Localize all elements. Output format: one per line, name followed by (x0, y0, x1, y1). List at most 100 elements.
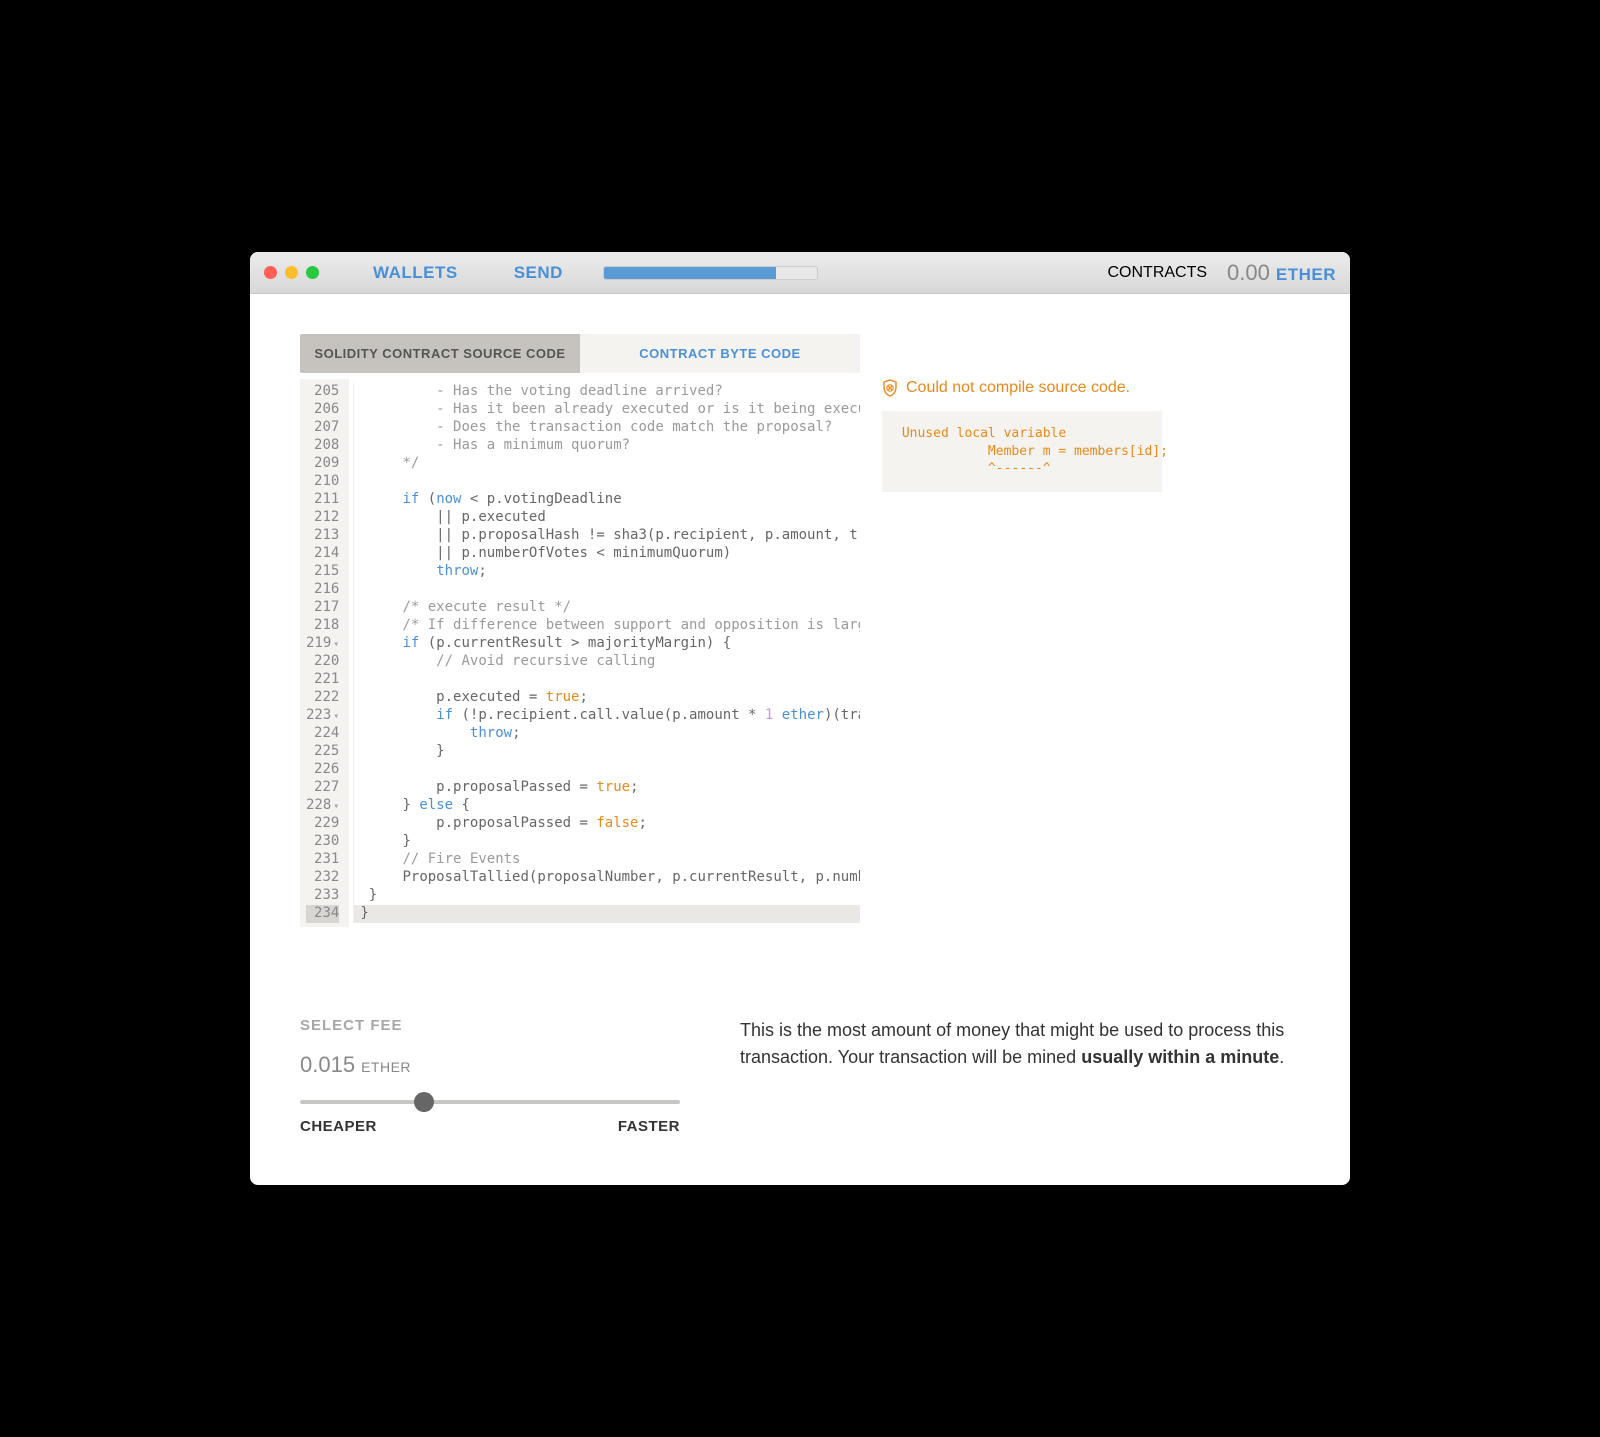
line-number: 208 (306, 437, 339, 455)
line-number: 221 (306, 671, 339, 689)
nav-send[interactable]: SEND (514, 263, 563, 283)
line-number: 210 (306, 473, 339, 491)
balance: 0.00 ETHER (1227, 260, 1336, 286)
fold-icon[interactable]: ▾ (333, 711, 339, 722)
fee-slider[interactable] (300, 1100, 680, 1104)
fee-value: 0.015 (300, 1052, 355, 1078)
code-line[interactable]: /* If difference between support and opp… (353, 617, 860, 635)
app-window: WALLETS SEND CONTRACTS 0.00 ETHER SOLIDI… (250, 252, 1350, 1185)
code-line[interactable]: // Avoid recursive calling (353, 653, 860, 671)
line-number: 228▾ (306, 797, 339, 815)
code-line[interactable]: - Has it been already executed or is it … (353, 401, 860, 419)
shield-error-icon (882, 379, 898, 397)
fold-icon[interactable]: ▾ (333, 801, 339, 812)
code-body[interactable]: - Has the voting deadline arrived? - Has… (349, 379, 860, 927)
line-number: 214 (306, 545, 339, 563)
code-line[interactable]: if (now < p.votingDeadline (353, 491, 860, 509)
code-line[interactable]: } (353, 905, 860, 923)
line-number: 206 (306, 401, 339, 419)
fee-description: This is the most amount of money that mi… (740, 1017, 1300, 1135)
line-number: 223▾ (306, 707, 339, 725)
code-line[interactable]: || p.proposalHash != sha3(p.recipient, p… (353, 527, 860, 545)
balance-unit: ETHER (1276, 265, 1336, 285)
nav-wallets[interactable]: WALLETS (373, 263, 458, 283)
line-number: 212 (306, 509, 339, 527)
line-number: 229 (306, 815, 339, 833)
code-line[interactable]: if (p.currentResult > majorityMargin) { (353, 635, 860, 653)
fold-icon[interactable]: ▾ (333, 639, 339, 650)
slider-labels: CHEAPER FASTER (300, 1118, 680, 1135)
fee-label: SELECT FEE (300, 1017, 680, 1034)
line-number: 211 (306, 491, 339, 509)
code-line[interactable]: - Has the voting deadline arrived? (353, 383, 860, 401)
code-line[interactable]: } (353, 887, 860, 905)
code-line[interactable] (353, 581, 860, 599)
line-number: 209 (306, 455, 339, 473)
slider-max-label: FASTER (618, 1118, 680, 1135)
line-number: 225 (306, 743, 339, 761)
sync-progress-fill (604, 267, 777, 279)
code-line[interactable]: - Does the transaction code match the pr… (353, 419, 860, 437)
code-line[interactable]: throw; (353, 563, 860, 581)
nav-contracts[interactable]: CONTRACTS (1107, 264, 1207, 282)
line-number: 233 (306, 887, 339, 905)
code-line[interactable]: } (353, 743, 860, 761)
top-nav: WALLETS SEND (373, 263, 563, 283)
code-line[interactable] (353, 473, 860, 491)
tab-source-code[interactable]: SOLIDITY CONTRACT SOURCE CODE (300, 334, 580, 373)
line-number: 222 (306, 689, 339, 707)
fee-desc-bold: usually within a minute (1081, 1047, 1279, 1067)
line-gutter: 2052062072082092102112122132142152162172… (300, 379, 349, 927)
slider-thumb[interactable] (414, 1092, 434, 1112)
compile-panel: Could not compile source code. Unused lo… (882, 379, 1162, 492)
code-line[interactable]: || p.numberOfVotes < minimumQuorum) (353, 545, 860, 563)
fee-amount: 0.015 ETHER (300, 1052, 680, 1078)
code-line[interactable]: /* execute result */ (353, 599, 860, 617)
titlebar: WALLETS SEND CONTRACTS 0.00 ETHER (250, 252, 1350, 294)
line-number: 207 (306, 419, 339, 437)
fee-section: SELECT FEE 0.015 ETHER CHEAPER FASTER Th… (300, 1017, 1300, 1135)
code-line[interactable]: // Fire Events (353, 851, 860, 869)
line-number: 218 (306, 617, 339, 635)
line-number: 219▾ (306, 635, 339, 653)
code-line[interactable]: } (353, 833, 860, 851)
line-number: 217 (306, 599, 339, 617)
code-line[interactable]: if (!p.recipient.call.value(p.amount * 1… (353, 707, 860, 725)
code-line[interactable]: p.proposalPassed = false; (353, 815, 860, 833)
line-number: 226 (306, 761, 339, 779)
slider-track (300, 1100, 680, 1104)
code-tabs: SOLIDITY CONTRACT SOURCE CODE CONTRACT B… (300, 334, 860, 373)
slider-min-label: CHEAPER (300, 1118, 377, 1135)
code-line[interactable]: throw; (353, 725, 860, 743)
code-line[interactable]: */ (353, 455, 860, 473)
code-line[interactable]: - Has a minimum quorum? (353, 437, 860, 455)
tab-byte-code[interactable]: CONTRACT BYTE CODE (580, 334, 860, 373)
line-number: 224 (306, 725, 339, 743)
code-line[interactable]: ProposalTallied(proposalNumber, p.curren… (353, 869, 860, 887)
close-icon[interactable] (264, 266, 277, 279)
zoom-icon[interactable] (306, 266, 319, 279)
line-number: 205 (306, 383, 339, 401)
line-number: 232 (306, 869, 339, 887)
line-number: 215 (306, 563, 339, 581)
code-line[interactable] (353, 761, 860, 779)
window-controls (264, 266, 319, 279)
line-number: 230 (306, 833, 339, 851)
line-number: 234 (306, 905, 339, 923)
compile-error-body: Unused local variable Member m = members… (882, 411, 1162, 492)
fee-desc-post: . (1279, 1047, 1284, 1067)
code-line[interactable]: } else { (353, 797, 860, 815)
code-line[interactable]: || p.executed (353, 509, 860, 527)
balance-amount: 0.00 (1227, 260, 1270, 286)
compile-error-header: Could not compile source code. (882, 379, 1162, 397)
code-editor[interactable]: 2052062072082092102112122132142152162172… (300, 379, 860, 927)
line-number: 231 (306, 851, 339, 869)
code-line[interactable] (353, 671, 860, 689)
compile-error-title: Could not compile source code. (906, 379, 1130, 397)
code-line[interactable]: p.proposalPassed = true; (353, 779, 860, 797)
code-line[interactable]: p.executed = true; (353, 689, 860, 707)
minimize-icon[interactable] (285, 266, 298, 279)
line-number: 216 (306, 581, 339, 599)
line-number: 213 (306, 527, 339, 545)
content: SOLIDITY CONTRACT SOURCE CODE CONTRACT B… (250, 294, 1350, 1185)
